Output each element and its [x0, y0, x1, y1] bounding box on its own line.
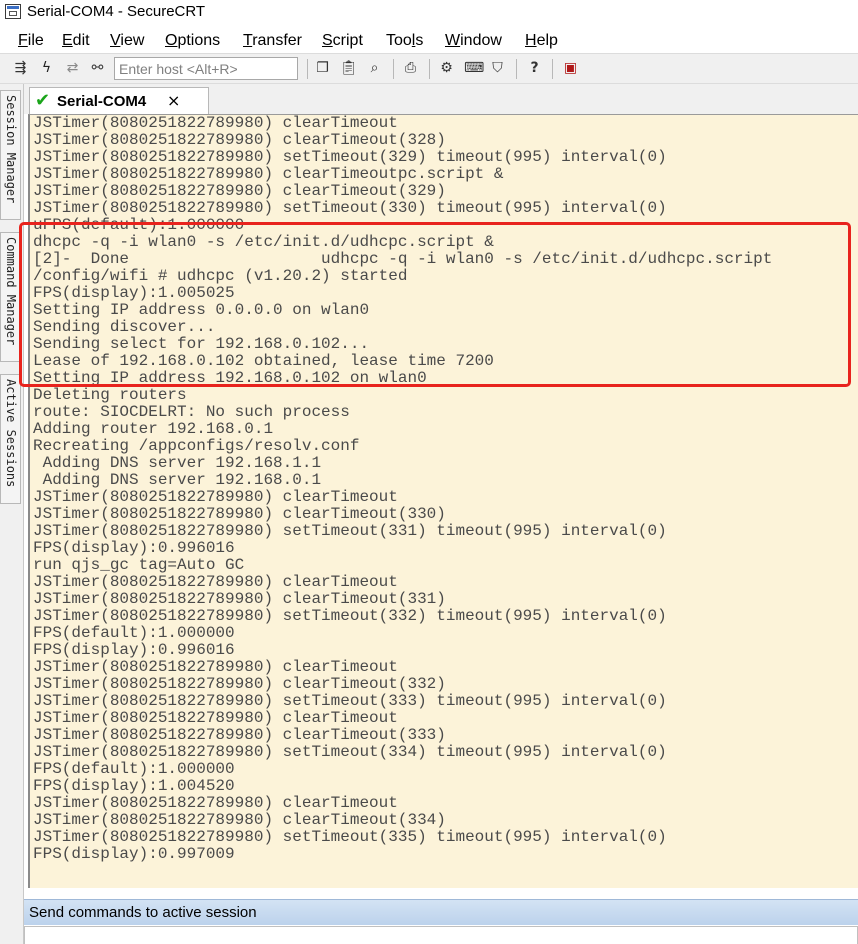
terminal-line: dhcpc -q -i wlan0 -s /etc/init.d/udhcpc.…	[33, 233, 494, 251]
terminal-lines: JSTimer(8080251822789980) clearTimeout JS…	[33, 115, 772, 863]
print-icon[interactable]: ⎙	[402, 60, 419, 77]
toolbar-separator	[516, 59, 517, 79]
toolbar-separator	[307, 59, 308, 79]
command-window-label: Send commands to active session	[29, 904, 257, 921]
terminal-line: JSTimer(8080251822789980) setTimeout(334…	[33, 743, 667, 761]
menu-transfer[interactable]: Transfer	[243, 32, 302, 50]
terminal-line: FPS(display):1.004520	[33, 777, 235, 795]
side-tab-active-sessions[interactable]: Active Sessions	[0, 374, 21, 504]
paste-icon[interactable]: 📋︎	[340, 60, 358, 77]
terminal-line: JSTimer(8080251822789980) setTimeout(330…	[33, 199, 667, 217]
toolbar: ⇶ ϟ ⇄ ⚯ ❐ 📋︎ ⌕ ⎙ ⚙ ⌨ ⛉ ? ▣	[0, 53, 858, 84]
toolbar-separator	[552, 59, 553, 79]
terminal-line: JSTimer(8080251822789980) clearTimeout(3…	[33, 726, 446, 744]
menu-bar: File Edit View Options Transfer Script T…	[0, 27, 858, 53]
host-input[interactable]	[114, 57, 298, 80]
keymap-icon[interactable]: ⌨	[464, 60, 484, 77]
menu-view[interactable]: View	[110, 32, 144, 50]
terminal-line: JSTimer(8080251822789980) clearTimeoutpc…	[33, 165, 504, 183]
menu-script[interactable]: Script	[322, 32, 363, 50]
securecrt-app-icon	[5, 4, 21, 19]
toolbar-separator	[429, 59, 430, 79]
terminal-line: FPS(default):1.000000	[33, 760, 235, 778]
terminal-line: JSTimer(8080251822789980) setTimeout(329…	[33, 148, 667, 166]
command-window-bar: Send commands to active session	[24, 899, 858, 925]
terminal-line: JSTimer(8080251822789980) clearTimeout(3…	[33, 505, 446, 523]
terminal-line: JSTimer(8080251822789980) clearTimeout	[33, 488, 398, 506]
terminal-line: JSTimer(8080251822789980) clearTimeout	[33, 794, 398, 812]
terminal-line: JSTimer(8080251822789980) clearTimeout(3…	[33, 590, 446, 608]
menu-tools[interactable]: Tools	[386, 32, 423, 50]
terminal-line: FPS(default):1.000000	[33, 624, 235, 642]
settings-icon[interactable]: ⚙	[438, 60, 455, 77]
terminal-line: JSTimer(8080251822789980) clearTimeout(3…	[33, 811, 446, 829]
terminal-line: JSTimer(8080251822789980) setTimeout(331…	[33, 522, 667, 540]
side-tab-session-manager[interactable]: Session Manager	[0, 90, 21, 220]
toolbar-separator	[393, 59, 394, 79]
keygen-icon[interactable]: ▣	[562, 60, 579, 77]
terminal-line: Setting IP address 0.0.0.0 on wlan0	[33, 301, 370, 319]
menu-file[interactable]: File	[18, 32, 44, 50]
reconnect-icon[interactable]: ⇄	[64, 60, 81, 77]
terminal-output[interactable]: JSTimer(8080251822789980) clearTimeout JS…	[28, 114, 858, 888]
menu-help[interactable]: Help	[525, 32, 558, 50]
terminal-line: Sending select for 192.168.0.102...	[33, 335, 370, 353]
terminal-line: JSTimer(8080251822789980) clearTimeout	[33, 573, 398, 591]
side-tab-label: Command Manager	[4, 237, 18, 346]
menu-options[interactable]: Options	[165, 32, 220, 50]
terminal-line: FPS(display):1.005025	[33, 284, 235, 302]
terminal-line: Adding router 192.168.0.1	[33, 420, 274, 438]
sftp-icon[interactable]: ⛉	[489, 60, 506, 77]
session-tab-label: Serial-COM4	[57, 93, 147, 110]
terminal-line: JSTimer(8080251822789980) clearTimeout	[33, 709, 398, 727]
side-tab-label: Active Sessions	[4, 379, 18, 488]
terminal-line: run qjs_gc tag=Auto GC	[33, 556, 245, 574]
lightning-icon[interactable]: ϟ	[38, 60, 55, 77]
terminal-line: Setting IP address 192.168.0.102 on wlan…	[33, 369, 427, 387]
terminal-line: Deleting routers	[33, 386, 187, 404]
disconnect-icon[interactable]: ⚯	[89, 60, 106, 77]
connect-icon[interactable]: ⇶	[12, 60, 29, 77]
window-title: Serial-COM4 - SecureCRT	[27, 3, 206, 20]
title-bar: Serial-COM4 - SecureCRT	[0, 0, 858, 27]
terminal-line: Lease of 192.168.0.102 obtained, lease t…	[33, 352, 494, 370]
terminal-line: Adding DNS server 192.168.1.1	[33, 454, 322, 472]
terminal-line: JSTimer(8080251822789980) setTimeout(335…	[33, 828, 667, 846]
terminal-line: FPS(display):0.996016	[33, 539, 235, 557]
terminal-line: JSTimer(8080251822789980) clearTimeout	[33, 114, 398, 132]
terminal-line: Recreating /appconfigs/resolv.conf	[33, 437, 360, 455]
terminal-line: JSTimer(8080251822789980) setTimeout(332…	[33, 607, 667, 625]
side-tab-command-manager[interactable]: Command Manager	[0, 232, 21, 362]
menu-window[interactable]: Window	[445, 32, 502, 50]
command-input[interactable]	[24, 926, 858, 944]
session-tab-serial-com4[interactable]: ✔ Serial-COM4 ×	[29, 87, 209, 114]
copy-icon[interactable]: ❐	[314, 60, 331, 77]
check-icon: ✔	[35, 90, 51, 111]
terminal-line: /config/wifi # udhcpc (v1.20.2) started	[33, 267, 408, 285]
terminal-line: [2]- Done udhcpc -q -i wlan0 -s /etc/ini…	[33, 250, 773, 268]
terminal-line: FPS(display):0.997009	[33, 845, 235, 863]
terminal-line: JSTimer(8080251822789980) clearTimeout(3…	[33, 182, 446, 200]
side-tab-label: Session Manager	[4, 95, 18, 204]
terminal-line: Adding DNS server 192.168.0.1	[33, 471, 322, 489]
terminal-line: route: SIOCDELRT: No such process	[33, 403, 350, 421]
terminal-line: JSTimer(8080251822789980) clearTimeout	[33, 658, 398, 676]
close-icon[interactable]: ×	[167, 91, 180, 111]
help-icon[interactable]: ?	[526, 60, 543, 77]
terminal-line: FPS(display):0.996016	[33, 641, 235, 659]
menu-edit[interactable]: Edit	[62, 32, 90, 50]
terminal-line: JSTimer(8080251822789980) setTimeout(333…	[33, 692, 667, 710]
terminal-line: JSTimer(8080251822789980) clearTimeout(3…	[33, 131, 446, 149]
terminal-line: Sending discover...	[33, 318, 216, 336]
terminal-line: uFPS(default):1.000000	[33, 216, 245, 234]
find-icon[interactable]: ⌕	[366, 60, 383, 77]
terminal-line: JSTimer(8080251822789980) clearTimeout(3…	[33, 675, 446, 693]
side-tab-panel: Session Manager Command Manager Active S…	[0, 84, 24, 944]
session-tab-strip: ✔ Serial-COM4 ×	[24, 84, 858, 114]
